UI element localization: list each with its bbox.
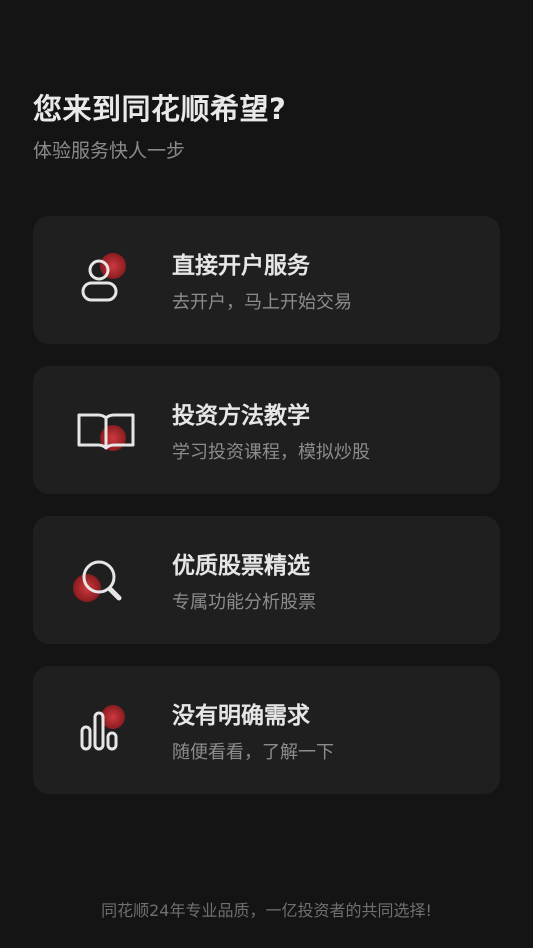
footer-text: 同花顺24年专业品质，一亿投资者的共同选择!	[101, 901, 432, 920]
page-title: 您来到同花顺希望?	[33, 92, 287, 126]
option-desc: 去开户，马上开始交易	[172, 292, 352, 313]
option-card-learn-investing[interactable]: 投资方法教学 学习投资课程，模拟炒股	[33, 366, 500, 494]
option-desc: 学习投资课程，模拟炒股	[172, 442, 370, 463]
option-title: 直接开户服务	[172, 253, 310, 279]
search-icon	[73, 548, 139, 614]
option-desc: 随便看看，了解一下	[172, 742, 334, 763]
option-card-just-browsing[interactable]: 没有明确需求 随便看看，了解一下	[33, 666, 500, 794]
book-icon	[73, 398, 139, 464]
user-icon	[73, 248, 139, 314]
option-card-open-account[interactable]: 直接开户服务 去开户，马上开始交易	[33, 216, 500, 344]
option-card-stock-picks[interactable]: 优质股票精选 专属功能分析股票	[33, 516, 500, 644]
bar-chart-icon	[73, 698, 139, 764]
option-desc: 专属功能分析股票	[172, 592, 316, 613]
page-subtitle: 体验服务快人一步	[33, 140, 186, 162]
option-title: 优质股票精选	[172, 553, 310, 579]
page: 您来到同花顺希望? 体验服务快人一步 直接开户服务 去开户，马上开始交易 投资方…	[0, 0, 533, 948]
option-title: 没有明确需求	[172, 703, 310, 729]
option-title: 投资方法教学	[172, 403, 310, 429]
